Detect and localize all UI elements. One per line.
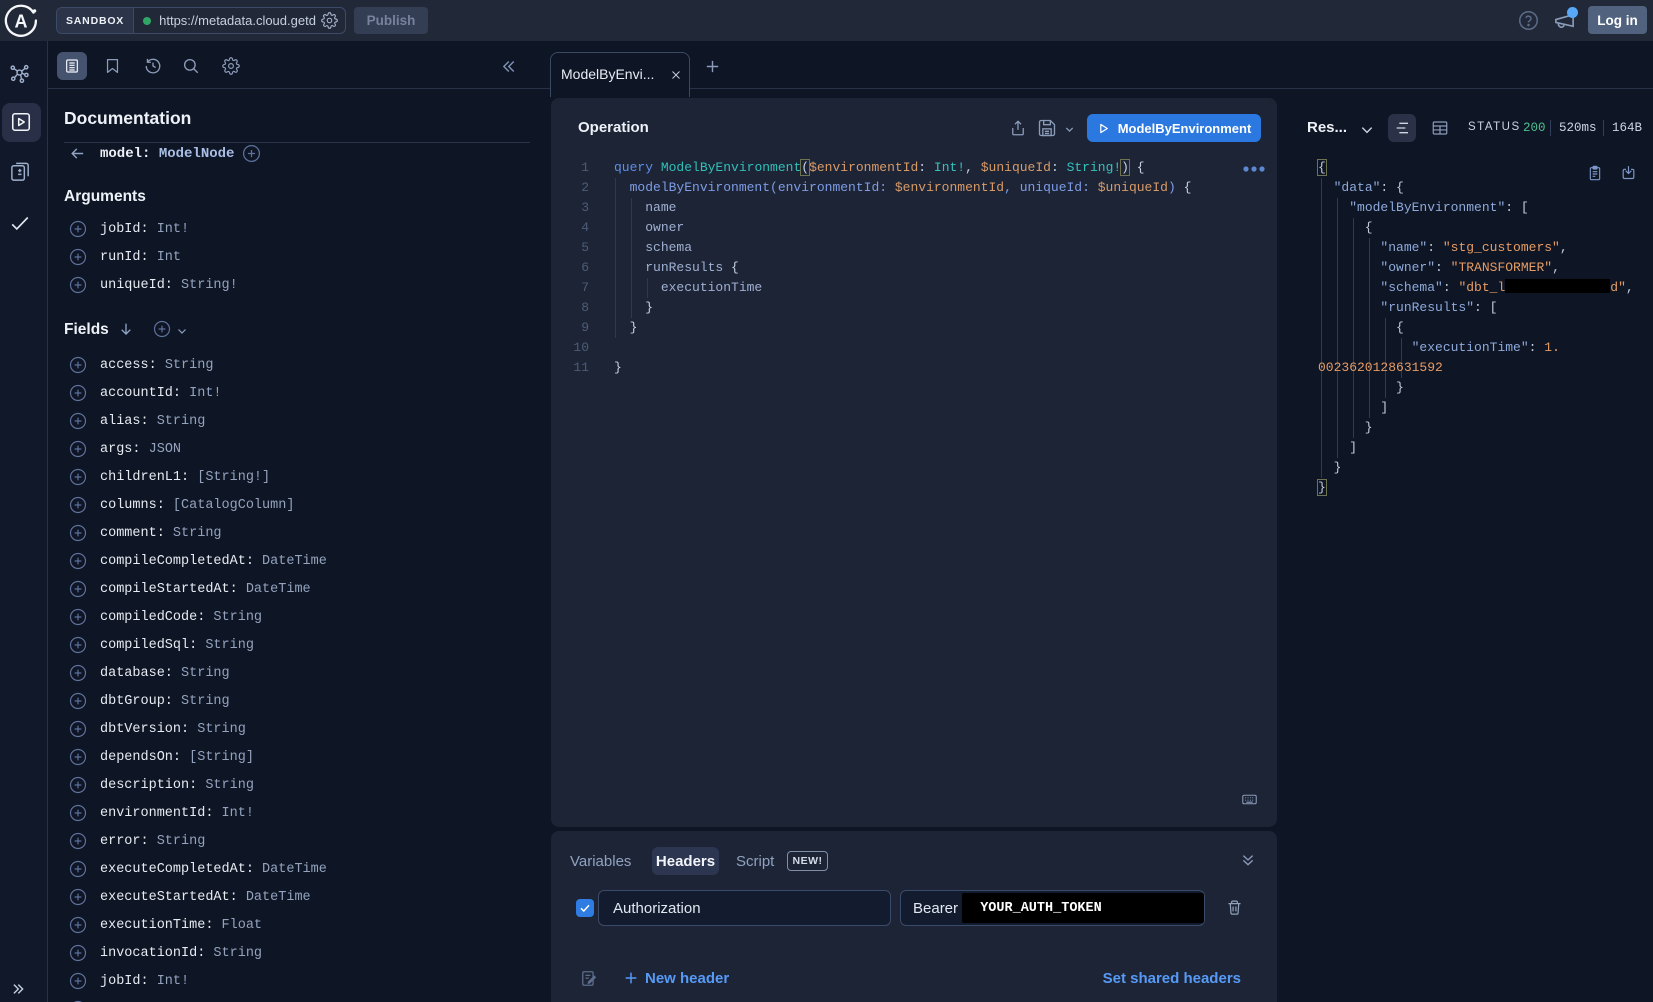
svg-text:A: A — [15, 12, 28, 32]
